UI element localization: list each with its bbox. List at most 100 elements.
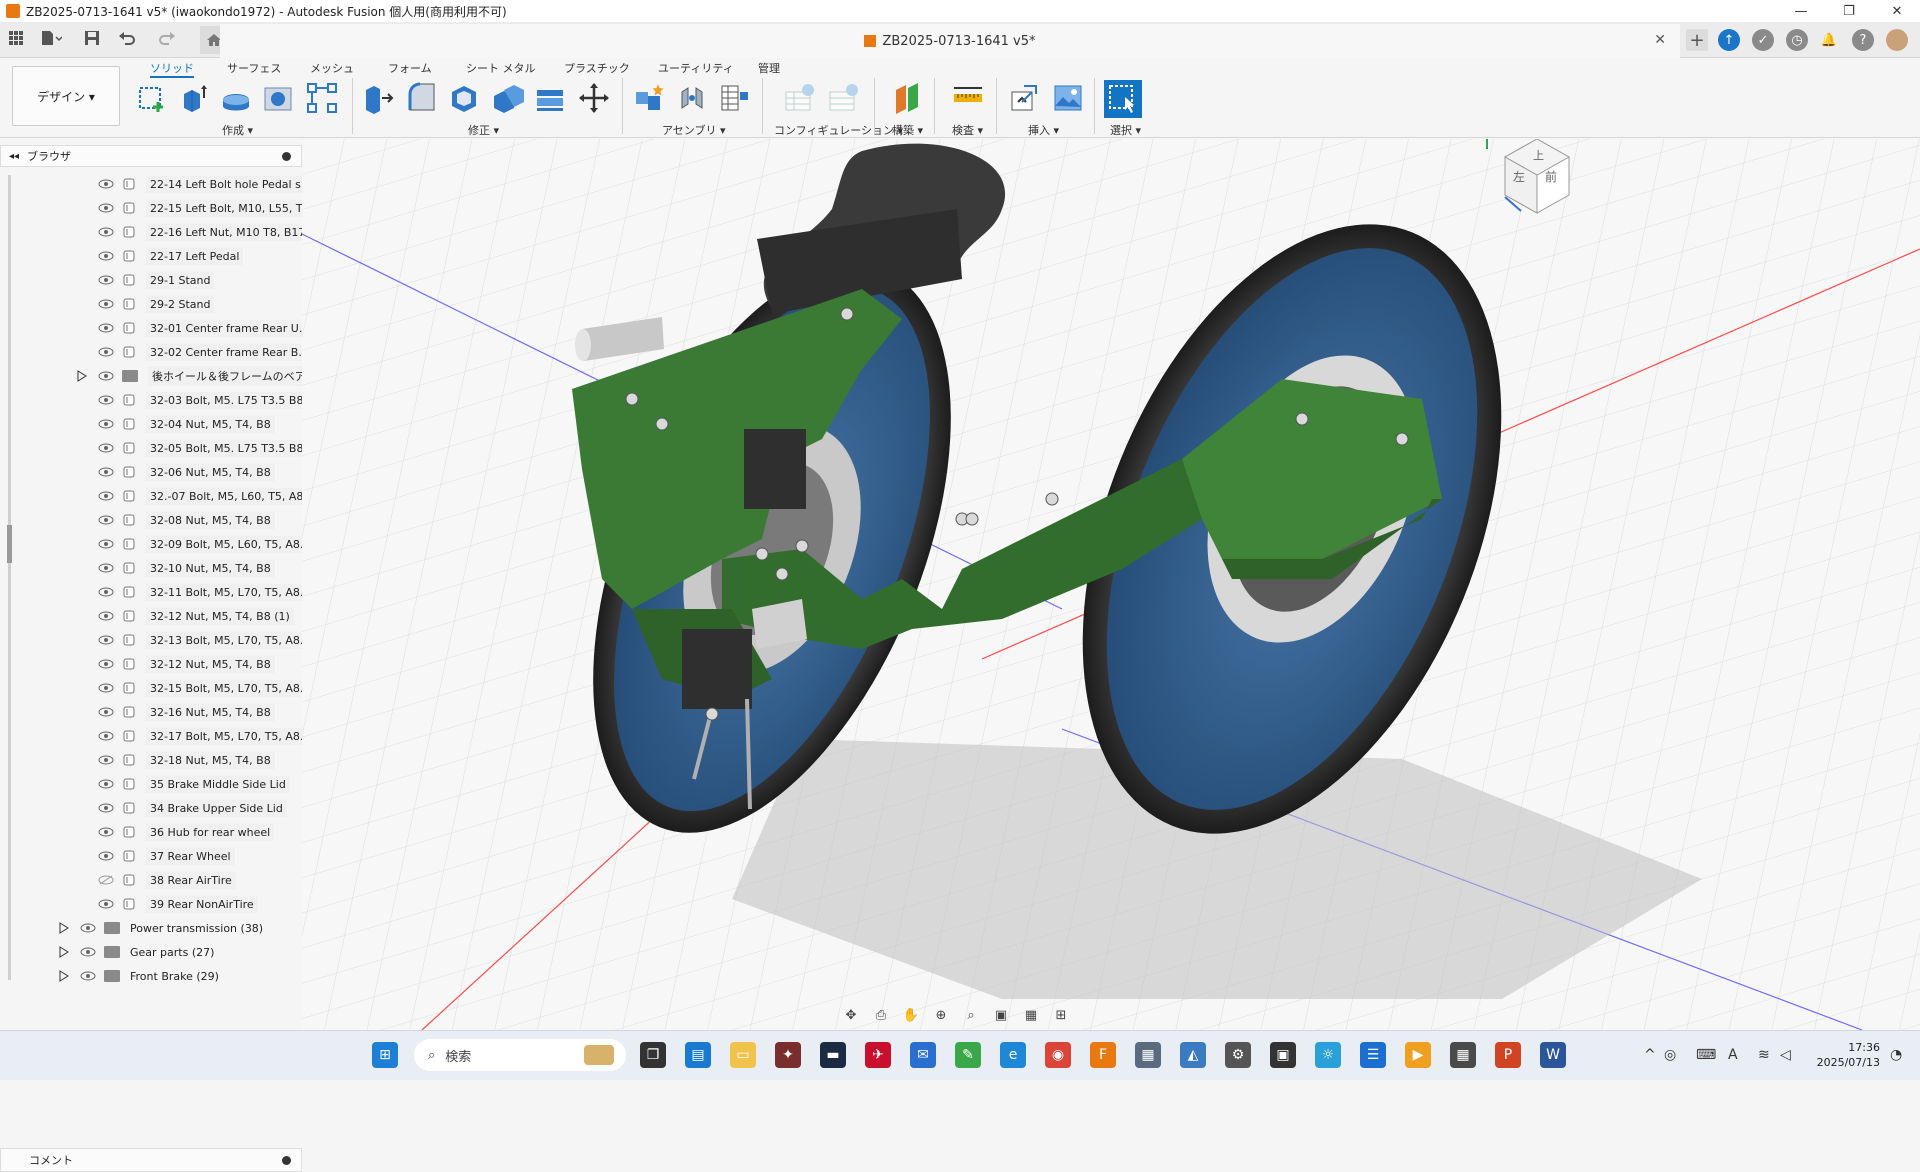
- visibility-eye-icon[interactable]: [98, 299, 114, 309]
- keyboard-icon[interactable]: ⌨: [1696, 1047, 1716, 1063]
- windows-start-icon[interactable]: ⊞: [372, 1042, 398, 1068]
- edge-browser-icon[interactable]: e: [1000, 1042, 1026, 1068]
- visibility-eye-icon[interactable]: [98, 395, 114, 405]
- browser-component-row[interactable]: 37 Rear Wheel: [98, 844, 235, 868]
- browser-folder-row[interactable]: Front Brake (29): [58, 964, 219, 988]
- viewports-icon[interactable]: ⊞: [1050, 1006, 1072, 1024]
- revolve-icon[interactable]: [218, 80, 254, 116]
- visibility-eye-icon[interactable]: [98, 635, 114, 645]
- visibility-eye-icon[interactable]: [98, 251, 114, 261]
- browser-component-row[interactable]: 39 Rear NonAirTire: [98, 892, 258, 916]
- browser-component-row[interactable]: 32-04 Nut, M5, T4, B8: [98, 412, 275, 436]
- volume-icon[interactable]: ◁: [1780, 1047, 1791, 1063]
- pattern-icon[interactable]: [304, 80, 340, 116]
- tab-manage[interactable]: 管理: [758, 60, 780, 76]
- visibility-eye-icon[interactable]: [98, 707, 114, 717]
- calculator-icon[interactable]: ▦: [1450, 1042, 1476, 1068]
- visibility-eye-icon[interactable]: [98, 491, 114, 501]
- new-tab-plus-icon[interactable]: +: [1686, 29, 1708, 51]
- app-icon-6[interactable]: ◭: [1180, 1042, 1206, 1068]
- browser-component-row[interactable]: 32-03 Bolt, M5. L75 T3.5 B8: [98, 388, 308, 412]
- browser-component-row[interactable]: 32-10 Nut, M5, T4, B8: [98, 556, 275, 580]
- shell-icon[interactable]: [446, 80, 482, 116]
- orbit-icon[interactable]: ✥: [840, 1006, 862, 1024]
- wifi-icon[interactable]: ≋: [1758, 1047, 1770, 1063]
- visibility-eye-icon[interactable]: [98, 899, 114, 909]
- expand-chevron-icon[interactable]: [58, 946, 70, 958]
- configure-rule-icon[interactable]: [826, 80, 862, 116]
- close-tab-button[interactable]: ✕: [1654, 32, 1666, 48]
- assemble-group-label[interactable]: アセンブリ ▾: [662, 122, 725, 138]
- browser-component-row[interactable]: 32-05 Bolt, M5. L75 T3.5 B8: [98, 436, 308, 460]
- configure-table-icon[interactable]: [782, 80, 818, 116]
- tab-form[interactable]: フォーム: [388, 60, 432, 76]
- browser-component-row[interactable]: 22-16 Left Nut, M10 T8, B17: [98, 220, 310, 244]
- visibility-eye-icon[interactable]: [98, 827, 114, 837]
- visibility-eye-icon[interactable]: [98, 851, 114, 861]
- tab-surface[interactable]: サーフェス: [227, 60, 281, 76]
- collapse-panel-icon[interactable]: ◂◂: [9, 151, 19, 162]
- browser-component-row[interactable]: 32-18 Nut, M5, T4, B8: [98, 748, 275, 772]
- tray-app-icon[interactable]: ◎: [1664, 1047, 1676, 1063]
- browser-component-row[interactable]: 32-08 Nut, M5, T4, B8: [98, 508, 275, 532]
- browser-scrollbar[interactable]: [8, 175, 11, 980]
- app-icon-9[interactable]: ▶: [1405, 1042, 1431, 1068]
- browser-component-row[interactable]: 38 Rear AirTire: [98, 868, 236, 892]
- insert-derive-icon[interactable]: [1006, 80, 1042, 116]
- app-icon-1[interactable]: ✦: [775, 1042, 801, 1068]
- fillet-icon[interactable]: [404, 80, 440, 116]
- tab-mesh[interactable]: メッシュ: [310, 60, 354, 76]
- clock-icon[interactable]: ◷: [1786, 29, 1808, 51]
- browser-component-row[interactable]: 32-01 Center frame Rear U...: [98, 316, 314, 340]
- select-group-label[interactable]: 選択 ▾: [1110, 122, 1141, 138]
- visibility-eye-icon[interactable]: [98, 659, 114, 669]
- browser-component-row[interactable]: 32-11 Bolt, M5, L70, T5, A8...: [98, 580, 315, 604]
- minimize-button[interactable]: —: [1778, 0, 1824, 22]
- create-sketch-icon[interactable]: [134, 80, 170, 116]
- browser-component-row[interactable]: 32-16 Nut, M5, T4, B8: [98, 700, 275, 724]
- visibility-eye-icon[interactable]: [98, 587, 114, 597]
- browser-component-row[interactable]: 32-13 Bolt, M5, L70, T5, A8...: [98, 628, 315, 652]
- visibility-eye-icon[interactable]: [98, 419, 114, 429]
- browser-component-row[interactable]: 29-1 Stand: [98, 268, 215, 292]
- mail-icon[interactable]: ✉: [910, 1042, 936, 1068]
- browser-component-row[interactable]: 35 Brake Middle Side Lid: [98, 772, 290, 796]
- powerpoint-icon[interactable]: P: [1495, 1042, 1521, 1068]
- press-pull-icon[interactable]: [360, 80, 396, 116]
- settings-gear-icon[interactable]: ⚙: [1225, 1042, 1251, 1068]
- browser-component-row[interactable]: 32-15 Bolt, M5, L70, T5, A8...: [98, 676, 315, 700]
- ime-icon[interactable]: A: [1728, 1047, 1738, 1063]
- visibility-eye-icon[interactable]: [98, 683, 114, 693]
- visibility-eye-icon[interactable]: [80, 923, 96, 933]
- configure-group-label[interactable]: コンフィギュレーション ▾: [774, 122, 903, 138]
- grid-settings-icon[interactable]: ▦: [1020, 1006, 1042, 1024]
- model-canvas[interactable]: 上 左 前: [302, 139, 1920, 1030]
- document-tab[interactable]: ZB2025-0713-1641 v5* ✕: [220, 24, 1680, 58]
- visibility-eye-icon[interactable]: [98, 467, 114, 477]
- measure-icon[interactable]: [950, 80, 986, 116]
- expand-chevron-icon[interactable]: [58, 922, 70, 934]
- visibility-eye-icon[interactable]: [98, 227, 114, 237]
- insert-group-label[interactable]: 挿入 ▾: [1028, 122, 1059, 138]
- app-icon-5[interactable]: ▦: [1135, 1042, 1161, 1068]
- modify-group-label[interactable]: 修正 ▾: [468, 122, 499, 138]
- tray-chevron-icon[interactable]: ^: [1644, 1047, 1656, 1063]
- browser-component-row[interactable]: 32-06 Nut, M5, T4, B8: [98, 460, 275, 484]
- 3d-viewport[interactable]: 上 左 前: [302, 139, 1920, 1030]
- browser-folder-row[interactable]: Gear parts (27): [58, 940, 214, 964]
- visibility-eye-icon[interactable]: [98, 563, 114, 573]
- notifications-bell-icon[interactable]: 🔔: [1818, 29, 1840, 51]
- construct-group-label[interactable]: 構築 ▾: [892, 122, 923, 138]
- tab-utilities[interactable]: ユーティリティ: [658, 60, 734, 76]
- browser-scrollbar-thumb[interactable]: [7, 525, 12, 563]
- visibility-eye-icon[interactable]: [98, 203, 114, 213]
- move-copy-icon[interactable]: [576, 80, 612, 116]
- visibility-eye-icon[interactable]: [98, 275, 114, 285]
- look-at-icon[interactable]: ⎙: [870, 1006, 892, 1024]
- app-icon-8[interactable]: ☼: [1315, 1042, 1341, 1068]
- visibility-eye-icon[interactable]: [98, 875, 114, 885]
- visibility-eye-icon[interactable]: [98, 347, 114, 357]
- app-icon-7[interactable]: ▣: [1270, 1042, 1296, 1068]
- tab-sheet-metal[interactable]: シート メタル: [466, 60, 536, 76]
- split-body-icon[interactable]: [532, 80, 568, 116]
